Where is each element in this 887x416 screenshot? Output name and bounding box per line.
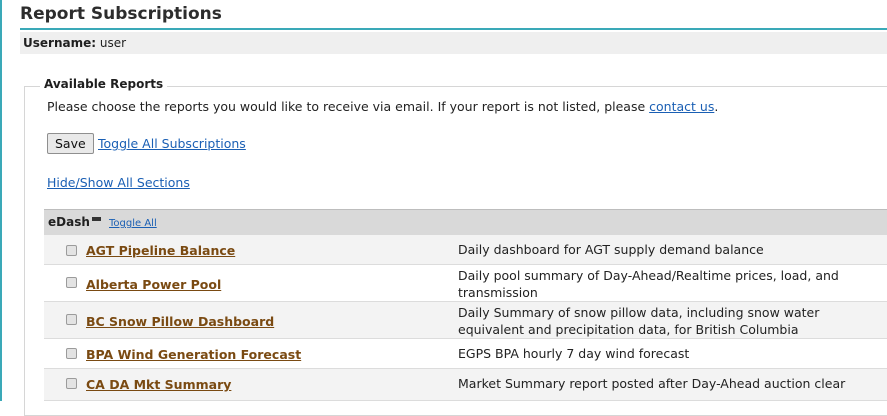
report-title-link[interactable]: BC Snow Pillow Dashboard [86,314,274,329]
available-reports-legend: Available Reports [40,77,168,91]
contact-us-link[interactable]: contact us [649,99,714,114]
username-bar: Username: user [20,32,887,54]
intro-end: . [714,99,719,114]
report-title-link[interactable]: BPA Wind Generation Forecast [86,347,301,362]
report-row: BC Snow Pillow Dashboard Daily Summary o… [44,302,887,339]
report-row: BPA Wind Generation Forecast EGPS BPA ho… [44,339,887,369]
report-description: EGPS BPA hourly 7 day wind forecast [458,346,690,361]
username-label: Username: [23,36,97,50]
subscribe-checkbox[interactable] [66,348,77,359]
section-toggle-all-link[interactable]: Toggle All [109,218,157,229]
subscribe-checkbox[interactable] [66,245,77,256]
collapse-icon[interactable] [92,217,101,221]
report-row: AGT Pipeline Balance Daily dashboard for… [44,235,887,265]
title-divider [20,28,887,30]
report-title-link[interactable]: Alberta Power Pool [86,277,221,292]
intro-text: Please choose the reports you would like… [47,99,718,114]
subscribe-checkbox[interactable] [66,277,77,288]
subscribe-checkbox[interactable] [66,378,77,389]
section-name: eDash [48,215,90,229]
report-description: Daily pool summary of Day-Ahead/Realtime… [458,268,839,300]
report-row: CA DA Mkt Summary Market Summary report … [44,369,887,401]
intro-sentence: Please choose the reports you would like… [47,99,650,114]
report-title-link[interactable]: CA DA Mkt Summary [86,377,231,392]
hide-show-sections-link[interactable]: Hide/Show All Sections [47,175,190,190]
report-list: AGT Pipeline Balance Daily dashboard for… [44,235,887,401]
report-row: Alberta Power Pool Daily pool summary of… [44,265,887,302]
save-button[interactable]: Save [47,133,94,154]
username-value: user [99,36,127,50]
subscribe-checkbox[interactable] [66,314,77,325]
page-title: Report Subscriptions [20,4,222,24]
report-description: Daily dashboard for AGT supply demand ba… [458,242,764,257]
section-header-edash: eDash Toggle All [44,209,887,235]
report-description: Market Summary report posted after Day-A… [458,376,846,391]
report-description: Daily Summary of snow pillow data, inclu… [458,305,820,337]
toggle-all-subscriptions-link[interactable]: Toggle All Subscriptions [98,136,246,151]
report-title-link[interactable]: AGT Pipeline Balance [86,243,235,258]
